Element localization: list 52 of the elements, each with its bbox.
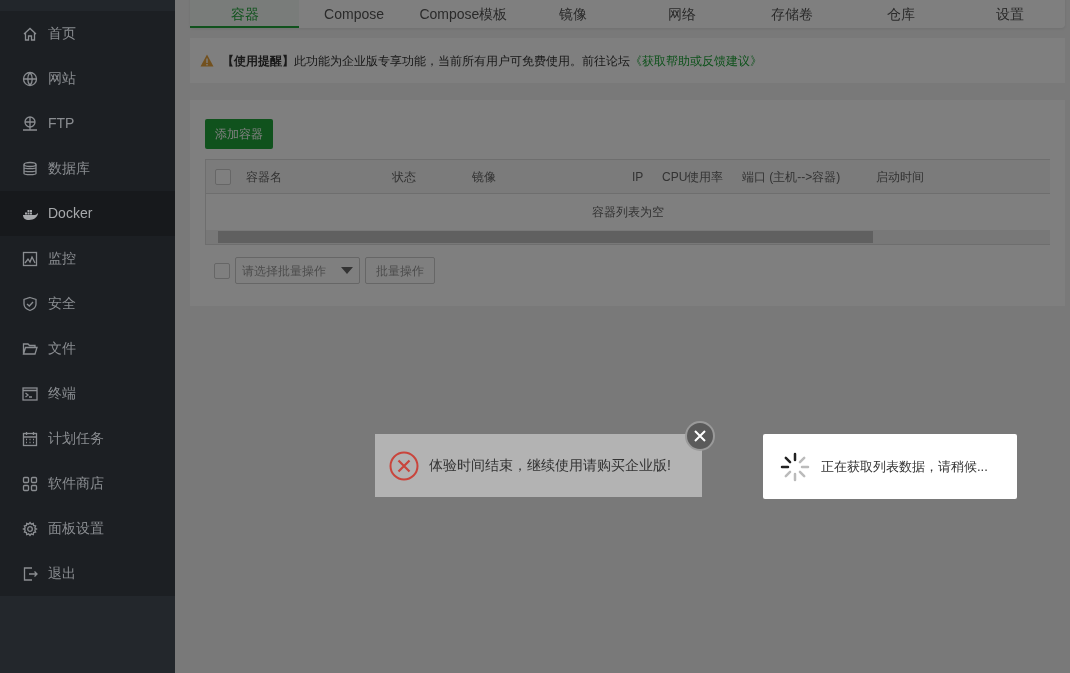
- sidebar-item[interactable]: 文件: [0, 326, 175, 371]
- sidebar-item[interactable]: 面板设置: [0, 506, 175, 551]
- chart-icon: [22, 250, 38, 267]
- settings-icon: [22, 520, 38, 537]
- sidebar-item[interactable]: 终端: [0, 371, 175, 416]
- select-all-checkbox[interactable]: [215, 168, 231, 185]
- empty-message: 容器列表为空: [592, 204, 664, 221]
- home-icon: [22, 25, 38, 42]
- grid-icon: [22, 475, 38, 492]
- sidebar-item[interactable]: 软件商店: [0, 461, 175, 506]
- spinner-icon: [779, 450, 811, 483]
- column-header: IP: [632, 168, 645, 186]
- checkbox[interactable]: [214, 262, 230, 279]
- scrollbar-thumb[interactable]: [218, 231, 873, 243]
- column-header: CPU使用率: [662, 168, 725, 186]
- tab[interactable]: Compose模板: [408, 0, 519, 28]
- loading-message: 正在获取列表数据，请稍候...: [821, 457, 988, 476]
- tab[interactable]: 存储卷: [736, 0, 847, 28]
- error-message: 体验时间结束，继续使用请购买企业版!: [429, 456, 671, 475]
- tab[interactable]: 网络: [627, 0, 737, 28]
- sidebar-item[interactable]: 安全: [0, 281, 175, 326]
- globe-icon: [22, 70, 38, 87]
- error-icon: [389, 450, 419, 481]
- calendar-icon: [22, 430, 38, 447]
- column-header: 端口 (主机-->容器): [742, 168, 842, 186]
- network-globe-icon: [22, 115, 38, 132]
- sidebar-item[interactable]: 网站: [0, 56, 175, 101]
- notice-text: 【使用提醒】此功能为企业版专享功能，当前所有用户可免费使用。前往论坛《获取帮助或反馈建议》: [222, 52, 762, 70]
- database-icon: [22, 160, 38, 177]
- column-header: 容器名: [246, 168, 283, 186]
- sidebar-item[interactable]: 首页: [0, 11, 175, 56]
- column-header: 镜像: [472, 168, 497, 186]
- column-header: 状态: [392, 168, 417, 186]
- tab[interactable]: 仓库: [846, 0, 956, 28]
- horizontal-scrollbar[interactable]: [206, 230, 1050, 244]
- caret-icon: [341, 267, 353, 274]
- close-icon: [694, 430, 706, 442]
- shield-icon: [22, 295, 38, 312]
- sidebar-item[interactable]: 计划任务: [0, 416, 175, 461]
- sidebar-item[interactable]: FTP: [0, 101, 175, 146]
- folder-icon: [22, 340, 38, 357]
- tab[interactable]: Compose: [299, 0, 409, 28]
- sidebar-item[interactable]: 监控: [0, 236, 175, 281]
- sidebar-item[interactable]: 退出: [0, 551, 175, 596]
- tab[interactable]: 设置: [955, 0, 1065, 28]
- logout-icon: [22, 565, 38, 582]
- terminal-icon: [22, 385, 38, 402]
- column-header: 启动时间: [876, 168, 925, 186]
- tab[interactable]: 镜像: [518, 0, 628, 28]
- warning-icon: [200, 54, 214, 67]
- sidebar-item[interactable]: 数据库: [0, 146, 175, 191]
- sidebar-item[interactable]: Docker: [0, 191, 175, 236]
